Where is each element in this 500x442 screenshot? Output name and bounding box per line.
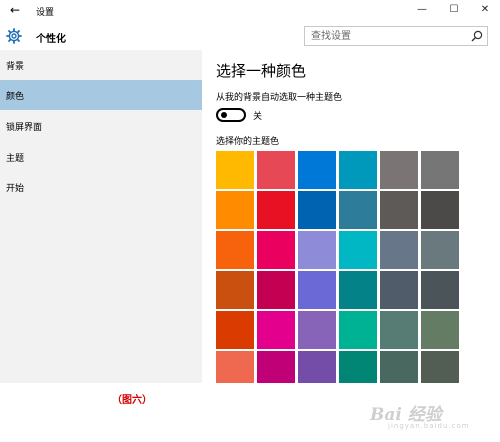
minimize-button[interactable]: — — [410, 3, 434, 17]
color-swatch[interactable] — [216, 151, 254, 189]
color-swatch[interactable] — [298, 271, 336, 309]
sidebar-item-label: 颜色 — [6, 92, 25, 102]
color-swatch[interactable] — [216, 271, 254, 309]
color-swatch-grid — [216, 151, 459, 383]
color-swatch[interactable] — [380, 311, 418, 349]
color-swatch[interactable] — [298, 351, 336, 383]
color-swatch[interactable] — [421, 231, 459, 269]
gear-icon — [6, 28, 22, 44]
color-swatch[interactable] — [380, 191, 418, 229]
search-input[interactable] — [311, 29, 461, 43]
color-swatch[interactable] — [257, 311, 295, 349]
color-swatch[interactable] — [298, 151, 336, 189]
sidebar-item-background[interactable]: 背景 — [0, 50, 202, 80]
maximize-button[interactable]: ☐ — [442, 3, 466, 17]
toggle-knob — [221, 112, 227, 118]
color-swatch[interactable] — [257, 351, 295, 383]
sidebar-item-label: 锁屏界面 — [6, 123, 43, 133]
color-swatch[interactable] — [339, 231, 377, 269]
search-icon[interactable] — [471, 30, 483, 42]
watermark-url: jingyan.baidu.com — [388, 422, 470, 430]
toggle-state-label: 关 — [253, 112, 263, 122]
color-swatch[interactable] — [298, 311, 336, 349]
color-swatch[interactable] — [339, 191, 377, 229]
color-swatch[interactable] — [216, 351, 254, 383]
color-swatch[interactable] — [421, 311, 459, 349]
color-swatch[interactable] — [421, 351, 459, 383]
color-swatch[interactable] — [257, 151, 295, 189]
color-swatch[interactable] — [257, 191, 295, 229]
color-swatch[interactable] — [216, 231, 254, 269]
sidebar-item-label: 主题 — [6, 154, 25, 164]
sidebar-item-colors[interactable]: 颜色 — [0, 80, 202, 110]
color-swatch[interactable] — [298, 231, 336, 269]
color-swatch[interactable] — [216, 191, 254, 229]
color-swatch[interactable] — [216, 311, 254, 349]
theme-color-label: 选择你的主题色 — [216, 137, 280, 147]
color-swatch[interactable] — [380, 351, 418, 383]
color-swatch[interactable] — [421, 191, 459, 229]
sidebar: 背景 颜色 锁屏界面 主题 开始 — [0, 50, 202, 383]
auto-color-toggle[interactable] — [216, 108, 246, 122]
figure-caption: （图六） — [112, 395, 152, 406]
color-swatch[interactable] — [339, 271, 377, 309]
page-title: 个性化 — [36, 34, 66, 45]
sidebar-item-start[interactable]: 开始 — [0, 172, 202, 202]
search-box[interactable] — [304, 26, 488, 46]
color-swatch[interactable] — [257, 271, 295, 309]
color-swatch[interactable] — [339, 151, 377, 189]
color-swatch[interactable] — [339, 351, 377, 383]
color-swatch[interactable] — [257, 231, 295, 269]
main-heading: 选择一种颜色 — [216, 62, 307, 80]
sidebar-item-label: 开始 — [6, 184, 25, 194]
title-bar: ← 设置 — ☐ ✕ — [0, 0, 500, 22]
window-title: 设置 — [36, 8, 55, 18]
sidebar-item-label: 背景 — [6, 62, 25, 72]
color-swatch[interactable] — [421, 271, 459, 309]
color-swatch[interactable] — [380, 151, 418, 189]
back-arrow-icon[interactable]: ← — [8, 3, 22, 17]
color-swatch[interactable] — [380, 271, 418, 309]
color-swatch[interactable] — [339, 311, 377, 349]
auto-color-label: 从我的背景自动选取一种主题色 — [216, 93, 343, 103]
sidebar-item-themes[interactable]: 主题 — [0, 142, 202, 172]
sidebar-item-lock-screen[interactable]: 锁屏界面 — [0, 111, 202, 141]
color-swatch[interactable] — [421, 151, 459, 189]
close-button[interactable]: ✕ — [473, 3, 497, 17]
color-swatch[interactable] — [380, 231, 418, 269]
color-swatch[interactable] — [298, 191, 336, 229]
